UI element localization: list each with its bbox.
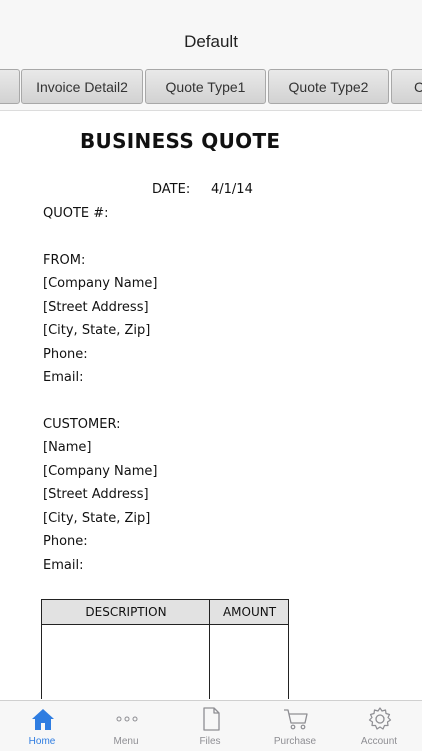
tabbar-account[interactable]: Account (337, 701, 421, 751)
from-city-state-zip: [City, State, Zip] (43, 323, 151, 338)
from-email: Email: (43, 370, 84, 385)
customer-city-state-zip: [City, State, Zip] (43, 511, 151, 526)
tabbar-purchase-label: Purchase (273, 736, 317, 747)
tab-partial-left[interactable] (0, 69, 20, 104)
column-divider (209, 600, 210, 699)
tabbar-home-label: Home (28, 736, 56, 747)
quote-document: BUSINESS QUOTE DATE: 4/1/14 QUOTE #: FRO… (0, 111, 422, 699)
document-title: BUSINESS QUOTE (80, 129, 281, 153)
navigation-bar: Default (0, 0, 422, 65)
date-label: DATE: (152, 182, 191, 197)
customer-phone: Phone: (43, 534, 88, 549)
customer-name: [Name] (43, 440, 92, 455)
home-icon (32, 709, 54, 730)
description-column-header: DESCRIPTION (85, 605, 167, 619)
page-title: Default (184, 32, 238, 51)
amount-column-header: AMOUNT (222, 605, 277, 619)
tabbar-home[interactable]: Home (0, 701, 84, 751)
tabbar-menu-label: Menu (113, 736, 139, 747)
tabbar-purchase[interactable]: Purchase (253, 701, 337, 751)
from-company-name: [Company Name] (43, 276, 158, 291)
customer-company-name: [Company Name] (43, 464, 158, 479)
tabbar-files-label: Files (199, 736, 221, 747)
cart-icon (284, 709, 308, 730)
date-value: 4/1/14 (211, 182, 253, 197)
customer-email: Email: (43, 558, 84, 573)
template-tab-strip[interactable]: Invoice Detail2 Quote Type1 Quote Type2 … (0, 64, 422, 111)
line-items-table: DESCRIPTION AMOUNT (41, 599, 289, 699)
quote-number-label: QUOTE #: (43, 206, 109, 221)
tabbar-account-label: Account (360, 736, 398, 747)
tab-quote-type2[interactable]: Quote Type2 (268, 69, 389, 104)
tab-quote-type1[interactable]: Quote Type1 (145, 69, 266, 104)
table-header-row: DESCRIPTION AMOUNT (42, 600, 288, 625)
tabbar-files[interactable]: Files (168, 701, 252, 751)
customer-street-address: [Street Address] (43, 487, 149, 502)
tabbar-menu[interactable]: Menu (84, 701, 168, 751)
customer-label: CUSTOMER: (43, 417, 121, 432)
from-phone: Phone: (43, 347, 88, 362)
gear-icon (368, 707, 392, 730)
bottom-tab-bar: Home Menu Files Purchase Account (0, 700, 422, 751)
from-street-address: [Street Address] (43, 300, 149, 315)
tab-partial-right[interactable]: C (391, 69, 422, 104)
from-label: FROM: (43, 253, 86, 268)
more-icon (116, 716, 138, 722)
tab-invoice-detail2[interactable]: Invoice Detail2 (21, 69, 143, 104)
file-icon (203, 707, 220, 731)
